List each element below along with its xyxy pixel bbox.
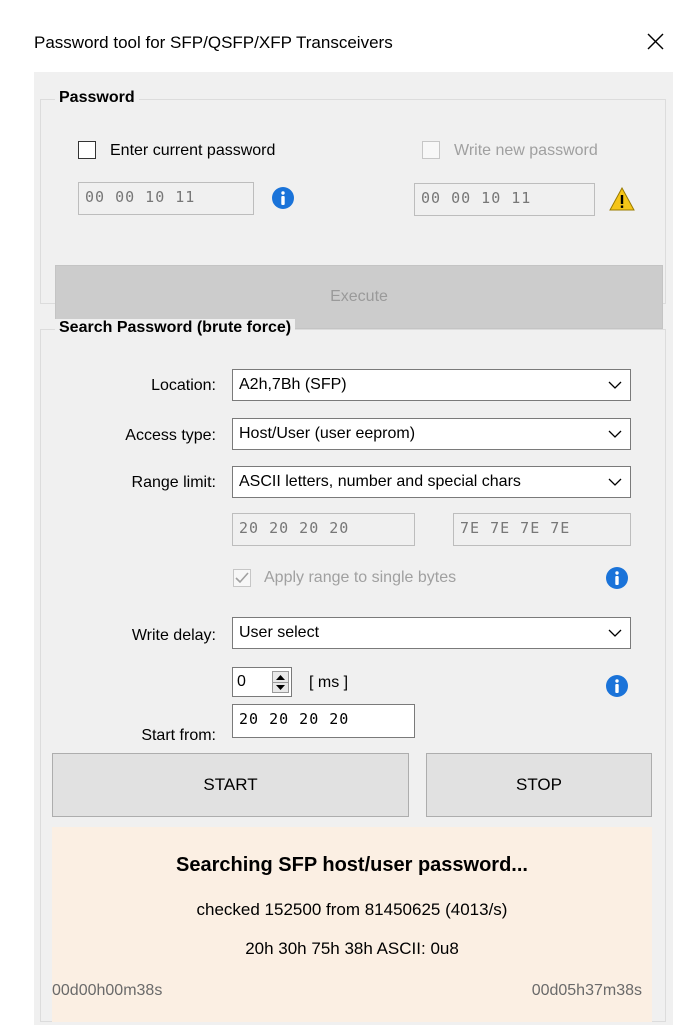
range-limit-label: Range limit:: [131, 474, 216, 491]
start-button[interactable]: START: [52, 753, 409, 817]
stop-button[interactable]: STOP: [426, 753, 652, 817]
location-select[interactable]: A2h,7Bh (SFP): [232, 369, 631, 401]
apply-range-label: Apply range to single bytes: [264, 569, 457, 586]
chevron-down-icon: [608, 478, 622, 486]
write-delay-select[interactable]: User select: [232, 617, 631, 649]
status-current-candidate: 20h 30h 75h 38h ASCII: 0u8: [245, 939, 459, 958]
range-to-field[interactable]: 7E 7E 7E 7E: [453, 513, 631, 546]
spinner-down-icon[interactable]: [273, 683, 288, 693]
range-from-field[interactable]: 20 20 20 20: [232, 513, 415, 546]
current-password-field[interactable]: 00 00 10 11: [78, 182, 254, 215]
access-type-label: Access type:: [125, 427, 216, 444]
new-password-field[interactable]: 00 00 10 11: [414, 183, 595, 216]
checkmark-icon: [235, 572, 249, 584]
write-new-password-label: Write new password: [454, 142, 598, 159]
write-new-password-checkbox[interactable]: [422, 141, 440, 159]
warning-icon: [609, 187, 635, 211]
window-title: Password tool for SFP/QSFP/XFP Transceiv…: [34, 33, 393, 52]
status-progress: checked 152500 from 81450625 (4013/s): [196, 900, 508, 919]
enter-current-password-checkbox[interactable]: [78, 141, 96, 159]
location-value: A2h,7Bh (SFP): [239, 376, 347, 393]
password-group-title: Password: [55, 89, 139, 107]
password-groupbox: Password Enter current password Write ne…: [40, 89, 666, 329]
write-delay-label: Write delay:: [131, 627, 216, 644]
delay-spinner[interactable]: [272, 671, 289, 693]
apply-range-checkbox[interactable]: [233, 569, 251, 587]
dialog-client-area: Password Enter current password Write ne…: [34, 72, 673, 1025]
search-group-title: Search Password (brute force): [55, 319, 296, 337]
info-icon[interactable]: [605, 674, 629, 698]
start-from-label: Start from:: [141, 727, 216, 744]
start-from-field[interactable]: 20 20 20 20: [232, 704, 415, 738]
status-panel: Searching SFP host/user password... chec…: [52, 827, 652, 1022]
close-icon[interactable]: [640, 26, 670, 56]
title-bar: Password tool for SFP/QSFP/XFP Transceiv…: [0, 0, 673, 72]
remaining-time: 00d05h37m38s: [531, 982, 642, 999]
access-type-value: Host/User (user eeprom): [239, 425, 416, 442]
elapsed-time: 00d00h00m38s: [52, 982, 163, 999]
range-limit-select[interactable]: ASCII letters, number and special chars: [232, 466, 631, 498]
enter-current-password-label: Enter current password: [110, 142, 276, 159]
info-icon[interactable]: [271, 186, 295, 210]
access-type-select[interactable]: Host/User (user eeprom): [232, 418, 631, 450]
chevron-down-icon: [608, 629, 622, 637]
location-label: Location:: [151, 377, 216, 394]
range-limit-value: ASCII letters, number and special chars: [239, 473, 521, 490]
ms-unit-label: [ ms ]: [309, 674, 349, 691]
chevron-down-icon: [608, 381, 622, 389]
delay-ms-value: 0: [237, 673, 246, 690]
chevron-down-icon: [608, 430, 622, 438]
info-icon[interactable]: [605, 566, 629, 590]
spinner-up-icon[interactable]: [273, 672, 288, 682]
status-headline: Searching SFP host/user password...: [176, 854, 528, 876]
write-delay-value: User select: [239, 624, 320, 641]
